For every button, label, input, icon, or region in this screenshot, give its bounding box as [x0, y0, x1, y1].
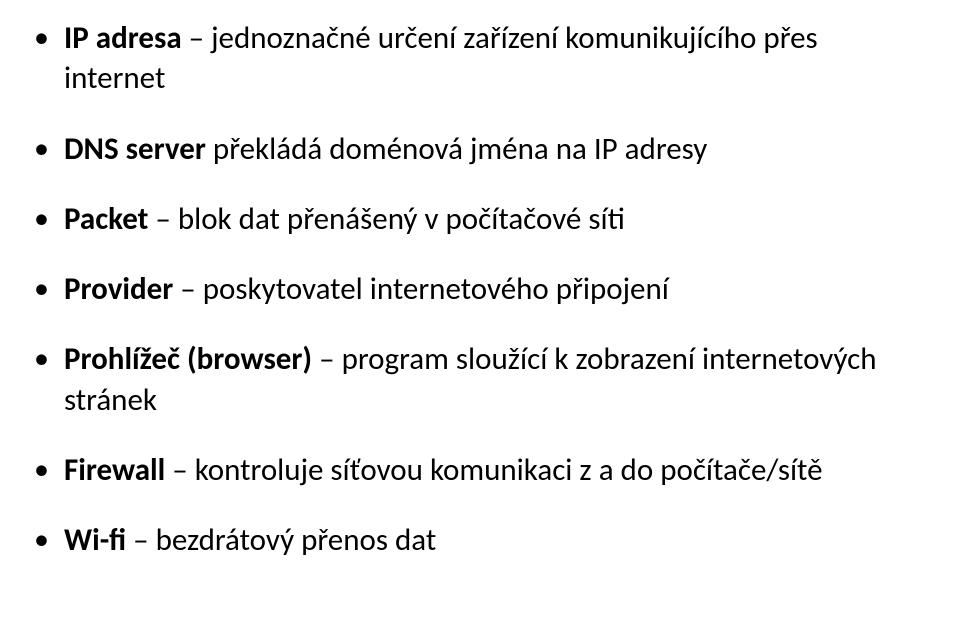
- definition-list: IP adresa – jednoznačné určení zařízení …: [28, 18, 920, 561]
- separator: [206, 130, 213, 168]
- definition: poskytovatel internetového připojení: [203, 270, 669, 308]
- list-item: Provider – poskytovatel internetového př…: [28, 269, 920, 309]
- term: DNS server: [64, 130, 206, 168]
- term: Provider: [64, 270, 173, 308]
- list-item: Wi-fi – bezdrátový přenos dat: [28, 520, 920, 560]
- definition: blok dat přenášený v počítačové síti: [178, 200, 625, 238]
- separator: –: [148, 200, 177, 238]
- separator: –: [182, 19, 211, 57]
- list-item: Firewall – kontroluje síťovou komunikaci…: [28, 450, 920, 490]
- term: Firewall: [64, 451, 165, 489]
- list-item: IP adresa – jednoznačné určení zařízení …: [28, 18, 920, 99]
- list-item: DNS server překládá doménová jména na IP…: [28, 129, 920, 169]
- separator: –: [312, 340, 341, 378]
- term: Packet: [64, 200, 148, 238]
- separator: –: [173, 270, 202, 308]
- definition: bezdrátový přenos dat: [156, 521, 437, 559]
- separator: –: [165, 451, 194, 489]
- definition: překládá doménová jména na IP adresy: [213, 130, 707, 168]
- separator: –: [126, 521, 155, 559]
- term: Wi-fi: [64, 521, 126, 559]
- list-item: Prohlížeč (browser) – program sloužící k…: [28, 339, 920, 420]
- definition: kontroluje síťovou komunikaci z a do poč…: [195, 451, 823, 489]
- term: IP adresa: [64, 19, 182, 57]
- list-item: Packet – blok dat přenášený v počítačové…: [28, 199, 920, 239]
- term: Prohlížeč (browser): [64, 340, 312, 378]
